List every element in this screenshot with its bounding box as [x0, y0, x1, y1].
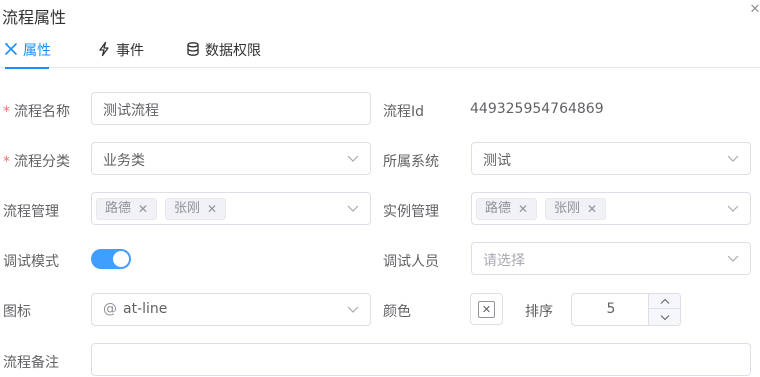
color-empty-icon: ✕	[478, 301, 495, 318]
tools-icon	[5, 43, 17, 55]
admin-tag: 路德 ✕	[96, 198, 158, 220]
process-id-value: 449325954764869	[470, 101, 604, 117]
sort-label: 排序	[525, 304, 553, 320]
chevron-down-icon	[727, 205, 739, 212]
chevron-down-icon	[347, 155, 359, 162]
increase-button[interactable]	[649, 294, 680, 309]
tab-bar: 属性 事件 数据权限	[0, 36, 760, 69]
debug-mode-label: 调试模式	[3, 254, 59, 270]
color-label: 颜色	[383, 304, 411, 320]
admin-tag: 路德 ✕	[476, 198, 538, 220]
tag-close-icon[interactable]: ✕	[207, 199, 217, 219]
system-value: 测试	[483, 153, 511, 169]
admin-tag: 张刚 ✕	[545, 198, 607, 220]
tab-label: 属性	[23, 43, 51, 59]
icon-value: @ at-line	[103, 301, 168, 317]
lightning-icon	[99, 41, 109, 57]
at-icon: @	[103, 301, 117, 317]
chevron-down-icon	[347, 205, 359, 212]
decrease-button[interactable]	[649, 309, 680, 325]
system-label: 所属系统	[383, 154, 439, 170]
switch-knob	[113, 251, 129, 267]
close-icon[interactable]: ✕	[749, 2, 760, 18]
process-admin-label: 流程管理	[3, 204, 59, 220]
tag-close-icon[interactable]: ✕	[138, 199, 148, 219]
debug-users-select[interactable]: 请选择	[471, 242, 751, 275]
chevron-down-icon	[727, 155, 739, 162]
process-name-label: * 流程名称	[3, 104, 70, 120]
tab-label: 事件	[116, 43, 144, 59]
debug-users-placeholder: 请选择	[483, 253, 525, 269]
tag-close-icon[interactable]: ✕	[518, 199, 528, 219]
process-category-label: * 流程分类	[3, 154, 70, 170]
instance-admin-label: 实例管理	[383, 204, 439, 220]
sort-number-input[interactable]: 5	[571, 293, 681, 326]
debug-users-label: 调试人员	[383, 254, 439, 270]
sort-value: 5	[606, 301, 616, 317]
remark-input[interactable]	[91, 343, 751, 376]
process-category-select[interactable]: 业务类	[91, 142, 371, 175]
debug-mode-switch[interactable]	[91, 249, 131, 269]
required-mark: *	[3, 104, 10, 120]
tab-events[interactable]: 事件	[96, 36, 144, 68]
icon-select[interactable]: @ at-line	[91, 293, 371, 326]
remark-label: 流程备注	[3, 355, 59, 371]
tab-data-permissions[interactable]: 数据权限	[185, 36, 261, 68]
admin-tag: 张刚 ✕	[165, 198, 227, 220]
process-name-value: 测试流程	[103, 103, 159, 119]
stepper	[648, 294, 680, 325]
database-icon	[187, 42, 199, 56]
chevron-down-icon	[727, 255, 739, 262]
color-picker[interactable]: ✕	[470, 293, 503, 325]
system-select[interactable]: 测试	[471, 142, 751, 175]
chevron-down-icon	[347, 306, 359, 313]
process-category-value: 业务类	[103, 153, 145, 169]
chevron-down-icon	[660, 314, 669, 320]
tab-properties[interactable]: 属性	[3, 36, 51, 69]
process-id-label: 流程Id	[383, 104, 425, 120]
instance-admin-select[interactable]: 路德 ✕ 张刚 ✕	[471, 192, 751, 225]
dialog-title: 流程属性	[2, 8, 67, 27]
required-mark: *	[3, 154, 10, 170]
chevron-up-icon	[660, 298, 669, 304]
process-name-input[interactable]: 测试流程	[91, 92, 371, 125]
tag-close-icon[interactable]: ✕	[587, 199, 597, 219]
tab-label: 数据权限	[205, 43, 261, 59]
icon-label: 图标	[3, 304, 31, 320]
process-admin-select[interactable]: 路德 ✕ 张刚 ✕	[91, 192, 371, 225]
